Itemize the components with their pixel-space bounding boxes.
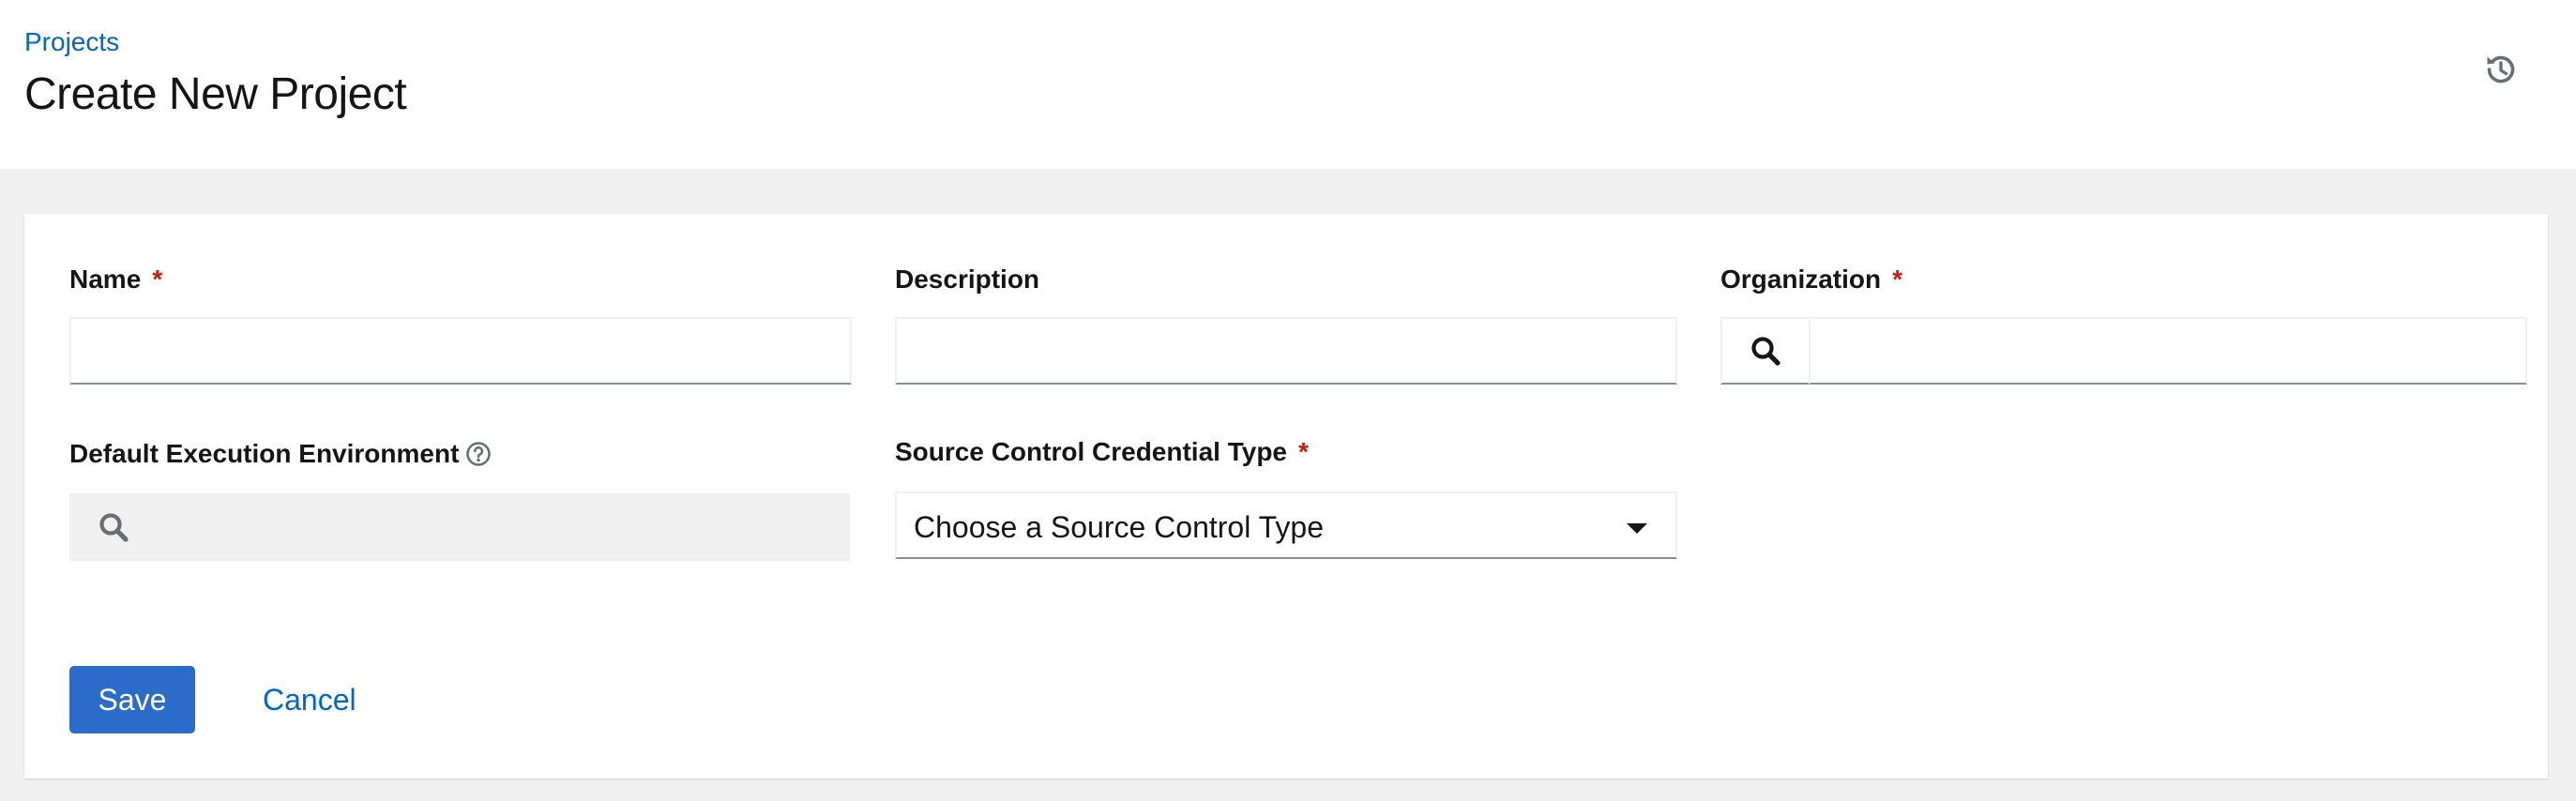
history-button[interactable] bbox=[2482, 51, 2520, 88]
source-control-type-select[interactable]: Choose a Source Control Type bbox=[895, 491, 1677, 559]
description-label: Description bbox=[895, 264, 1040, 294]
cancel-button[interactable]: Cancel bbox=[257, 666, 362, 733]
execution-environment-label: Default Execution Environment bbox=[69, 439, 460, 468]
execution-environment-lookup bbox=[69, 493, 850, 561]
organization-required-marker: * bbox=[1892, 264, 1903, 294]
source-control-type-required-marker: * bbox=[1298, 437, 1309, 466]
description-input[interactable] bbox=[895, 317, 1677, 385]
question-circle-icon bbox=[466, 442, 491, 466]
search-icon bbox=[99, 513, 129, 542]
organization-lookup-button[interactable] bbox=[1720, 317, 1811, 385]
execution-environment-help-button[interactable] bbox=[465, 441, 492, 467]
source-control-type-selected-value: Choose a Source Control Type bbox=[914, 510, 1324, 544]
save-button[interactable]: Save bbox=[69, 666, 195, 733]
search-icon bbox=[1751, 337, 1780, 366]
caret-down-icon bbox=[1627, 523, 1647, 534]
name-input[interactable] bbox=[69, 317, 852, 385]
name-label: Name * bbox=[69, 264, 163, 294]
name-required-marker: * bbox=[152, 264, 163, 294]
breadcrumb-projects-link[interactable]: Projects bbox=[24, 25, 119, 59]
page-title: Create New Project bbox=[24, 69, 407, 119]
history-icon bbox=[2487, 55, 2515, 83]
project-form-card: Name * Description Organization * Default … bbox=[24, 214, 2548, 778]
page-header: Projects Create New Project bbox=[0, 0, 2576, 169]
source-control-type-label: Source Control Credential Type * bbox=[895, 437, 1309, 466]
organization-label: Organization * bbox=[1720, 264, 1903, 294]
organization-input[interactable] bbox=[1809, 317, 2527, 385]
